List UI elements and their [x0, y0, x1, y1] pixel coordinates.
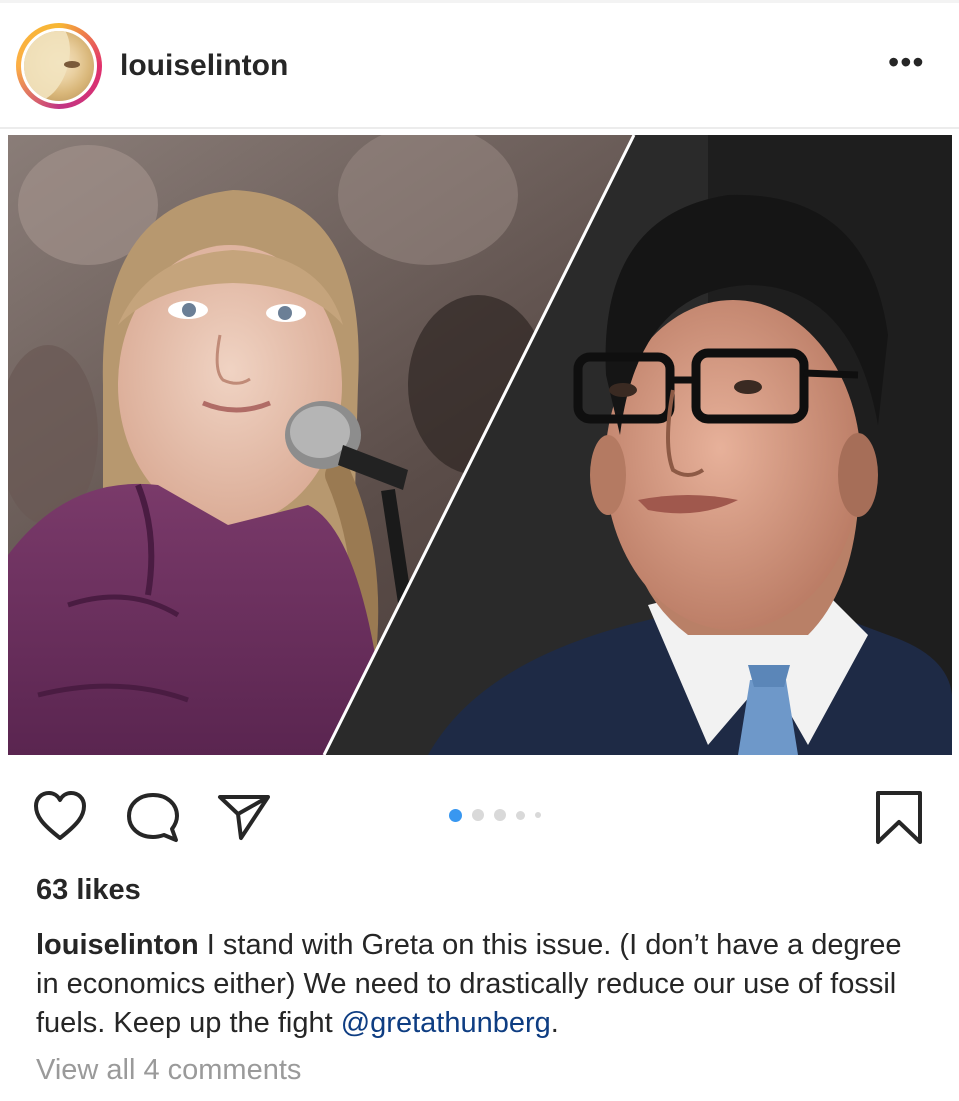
post-photo[interactable] [8, 135, 952, 755]
carousel-dot [516, 810, 525, 820]
bookmark-icon[interactable] [874, 790, 924, 846]
more-options-icon[interactable]: ••• [888, 46, 928, 79]
header-divider [0, 127, 959, 129]
post-header: louiselinton ••• [0, 3, 959, 127]
avatar[interactable] [16, 23, 102, 109]
avatar-frame [21, 28, 97, 104]
avatar-eye [64, 61, 80, 68]
carousel-dot [494, 809, 506, 821]
carousel-dot [535, 812, 541, 818]
post-username[interactable]: louiselinton [120, 49, 288, 83]
view-comments-link[interactable]: View all 4 comments [36, 1054, 301, 1087]
caption-mention[interactable]: @gretathunberg [341, 1007, 551, 1039]
caption-username[interactable]: louiselinton [36, 929, 199, 961]
avatar-image [24, 31, 94, 101]
carousel-dot [472, 809, 484, 821]
comment-bubble-icon[interactable] [124, 790, 182, 844]
likes-count[interactable]: 63 likes [36, 874, 141, 907]
carousel-dot [449, 808, 462, 822]
post-caption: louiselinton I stand with Greta on this … [36, 926, 926, 1043]
caption-end: . [550, 1007, 559, 1039]
heart-icon[interactable] [32, 790, 88, 842]
post-photo-art [8, 135, 952, 755]
paper-plane-icon[interactable] [216, 792, 272, 842]
